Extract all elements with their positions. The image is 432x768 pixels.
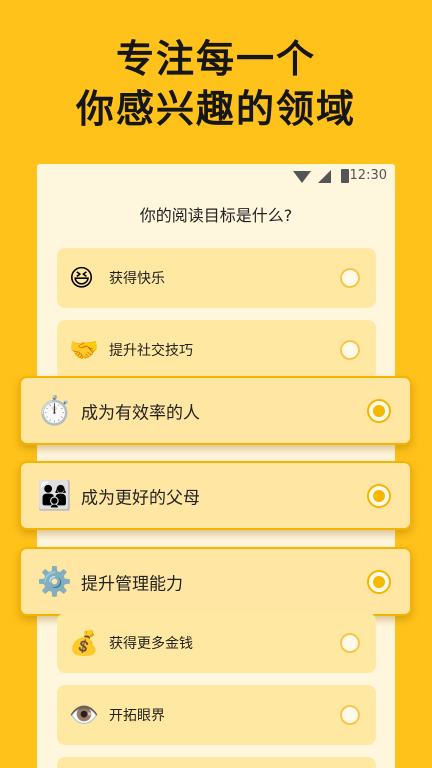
option-more-money[interactable]: 💰 获得更多金钱 — [57, 613, 376, 673]
headline-line-1: 专注每一个 — [115, 37, 316, 81]
radio-button[interactable] — [340, 633, 360, 653]
radio-button-checked[interactable] — [367, 483, 391, 508]
status-time: 12:30 — [349, 168, 387, 183]
option-get-happiness[interactable]: 😆 获得快乐 — [57, 248, 376, 308]
option-management-skills[interactable]: ⚙️ 提升管理能力 — [19, 547, 412, 616]
option-label: 开拓眼界 — [109, 708, 165, 724]
option-label: 提升管理能力 — [81, 574, 183, 594]
radio-button-checked[interactable] — [367, 569, 391, 594]
signal-icon — [318, 170, 331, 183]
option-broaden-horizons[interactable]: 👁️ 开拓眼界 — [57, 685, 376, 745]
radio-button[interactable] — [340, 268, 360, 288]
headline: 专注每一个 你感兴趣的领域 — [0, 34, 432, 134]
stopwatch-icon: ⏱️ — [37, 393, 72, 427]
option-better-parent[interactable]: 👨‍👩‍👦 成为更好的父母 — [19, 461, 412, 530]
money-bag-icon: 💰 — [69, 629, 99, 657]
radio-button-checked[interactable] — [367, 398, 391, 423]
headline-line-2: 你感兴趣的领域 — [75, 87, 356, 131]
option-label: 成为更好的父母 — [81, 488, 200, 508]
option-label: 提升社交技巧 — [109, 343, 193, 359]
status-bar: 12:30 — [37, 164, 395, 190]
question-title: 你的阅读目标是什么? — [139, 206, 293, 225]
option-label: 获得快乐 — [109, 271, 165, 287]
family-icon: 👨‍👩‍👦 — [37, 478, 72, 512]
laughing-face-icon: 😆 — [69, 264, 95, 292]
wifi-icon — [293, 171, 311, 183]
option-label: 成为有效率的人 — [81, 403, 200, 423]
option-partial[interactable] — [57, 757, 376, 768]
battery-icon — [341, 169, 349, 183]
option-label: 获得更多金钱 — [109, 636, 193, 652]
handshake-icon: 🤝 — [69, 336, 99, 364]
radio-button[interactable] — [340, 340, 360, 360]
option-be-efficient[interactable]: ⏱️ 成为有效率的人 — [19, 376, 412, 445]
gear-icon: ⚙️ — [37, 564, 72, 598]
eye-icon: 👁️ — [69, 701, 99, 729]
radio-button[interactable] — [340, 705, 360, 725]
option-social-skills[interactable]: 🤝 提升社交技巧 — [57, 320, 376, 380]
